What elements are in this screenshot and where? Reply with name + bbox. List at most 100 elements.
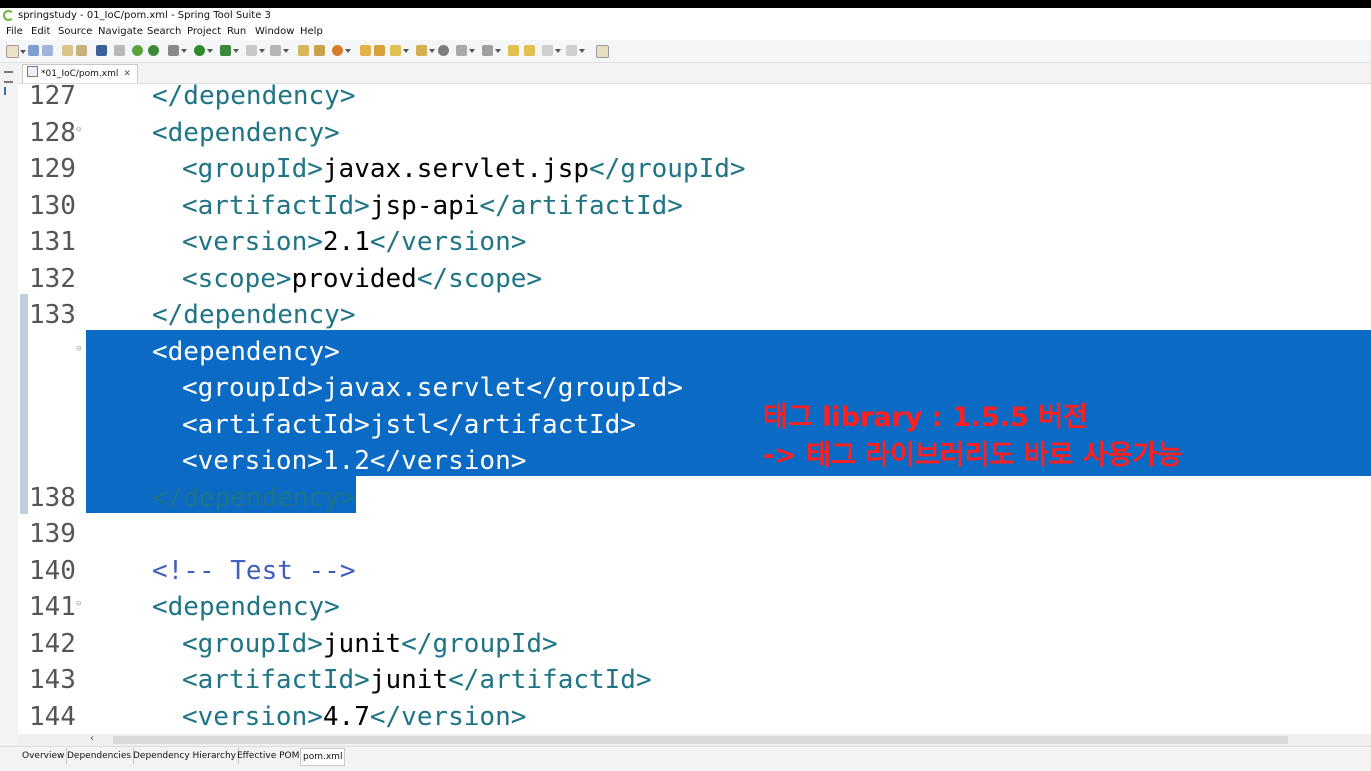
open-folder-icon[interactable]	[360, 45, 371, 56]
code-text: <scope>provided</scope>	[182, 261, 542, 298]
task-icon[interactable]	[416, 45, 435, 56]
tag-value: junit	[369, 665, 449, 695]
refresh-icon[interactable]	[148, 45, 159, 56]
menu-edit[interactable]: Edit	[31, 24, 50, 40]
scroll-left-icon[interactable]: ‹	[90, 733, 94, 744]
code-line[interactable]: 141 ⊖ <dependency>	[18, 589, 1371, 626]
pen-icon[interactable]	[390, 45, 409, 56]
code-editor[interactable]: 127 </dependency> 128 ⊖ <dependency> 129 <grou…	[18, 84, 1371, 734]
tag-value: 2.1	[322, 227, 370, 257]
xml-tag: </dependency>	[152, 482, 356, 513]
tab-overview[interactable]: Overview	[20, 748, 68, 764]
close-tag: </version>	[369, 701, 527, 732]
code-text: <version>1.2</version>	[182, 443, 526, 480]
save-all-icon[interactable]	[42, 45, 53, 56]
close-tag: </artifactId>	[448, 665, 652, 695]
code-line[interactable]: 131 <version>2.1</version>	[18, 224, 1371, 261]
code-line[interactable]: 133 </dependency>	[18, 297, 1371, 334]
run-icon[interactable]	[194, 45, 213, 56]
tab-dependencies[interactable]: Dependencies	[65, 748, 135, 764]
new-java-project-icon[interactable]	[298, 45, 309, 56]
forward-edit-icon[interactable]	[524, 45, 535, 56]
back-icon[interactable]	[542, 45, 561, 56]
menu-source[interactable]: Source	[58, 24, 92, 40]
server-start-icon[interactable]	[132, 45, 143, 56]
xml-tag: <dependency>	[152, 117, 340, 148]
menu-window[interactable]: Window	[255, 24, 294, 40]
close-tag: </groupId>	[401, 628, 558, 659]
menu-project[interactable]: Project	[187, 24, 221, 40]
open-resource-icon[interactable]	[76, 45, 87, 56]
tag-value: provided	[291, 263, 417, 294]
code-line[interactable]: 128 ⊖ <dependency>	[18, 115, 1371, 152]
build-icon[interactable]	[270, 45, 289, 56]
code-line[interactable]: 143 <artifactId>junit</artifactId>	[18, 662, 1371, 699]
tab-pom-xml-label: *01_IoC/pom.xml	[41, 69, 119, 79]
annotation-line-2: -> 태그 라이브러리도 바로 사용가능	[763, 440, 1183, 471]
code-text: <dependency>	[152, 115, 340, 152]
code-line[interactable]: 127 </dependency>	[18, 84, 1371, 115]
tab-dependency-hierarchy[interactable]: Dependency Hierarchy	[131, 748, 240, 764]
code-line[interactable]: 132 <scope>provided</scope>	[18, 261, 1371, 298]
code-line[interactable]: 130 <artifactId>jsp-api</artifactId>	[18, 188, 1371, 225]
code-text: <groupId>junit</groupId>	[182, 626, 558, 663]
tag-value: 1.2	[322, 446, 370, 476]
code-line[interactable]: 138 </dependency>	[18, 480, 1371, 517]
menu-search[interactable]: Search	[147, 24, 181, 40]
code-line[interactable]: 142 <groupId>junit</groupId>	[18, 626, 1371, 663]
code-text: <!-- Test -->	[152, 553, 356, 590]
line-number: 140	[29, 555, 76, 586]
code-line[interactable]: 129 <groupId>javax.servlet.jsp</groupId>	[18, 151, 1371, 188]
close-tag: </artifactId>	[479, 190, 683, 221]
open-tag: <groupId>	[182, 154, 323, 184]
menu-help[interactable]: Help	[300, 24, 323, 40]
console-icon[interactable]	[96, 45, 107, 56]
fold-toggle-icon[interactable]: ⊖	[76, 599, 81, 609]
debug-icon[interactable]	[168, 45, 187, 56]
menu-navigate[interactable]: Navigate	[98, 24, 143, 40]
code-line[interactable]: 144 <version>4.7</version>	[18, 699, 1371, 735]
tab-effective-pom[interactable]: Effective POM	[235, 748, 303, 764]
code-line[interactable]: 134 ⊖ <dependency>	[18, 334, 1371, 371]
close-tag: </version>	[369, 227, 527, 257]
forward-icon[interactable]	[566, 45, 585, 56]
menu-file[interactable]: File	[6, 24, 23, 40]
fold-toggle-icon[interactable]: ⊖	[76, 125, 81, 135]
close-icon[interactable]: ✕	[123, 69, 131, 79]
open-project-icon[interactable]	[374, 45, 385, 56]
new-icon[interactable]	[6, 45, 26, 58]
outline-icon[interactable]	[4, 87, 15, 95]
last-edit-icon[interactable]	[508, 45, 519, 56]
scrollbar-thumb[interactable]	[113, 736, 1288, 744]
tab-pom-xml-source[interactable]: pom.xml	[300, 748, 346, 766]
code-text: <version>2.1</version>	[182, 224, 526, 261]
prev-annotation-icon[interactable]	[482, 45, 501, 56]
annotation-line-1: 태그 library : 1.5.5 버전	[763, 402, 1088, 433]
new-class-icon[interactable]	[332, 45, 351, 56]
next-annotation-icon[interactable]	[456, 45, 475, 56]
save-icon[interactable]	[28, 45, 39, 56]
horizontal-scrollbar[interactable]: ‹	[18, 733, 1371, 746]
tab-pom-xml[interactable]: *01_IoC/pom.xml ✕	[22, 64, 138, 83]
globe-icon[interactable]	[438, 45, 449, 56]
menu-run[interactable]: Run	[227, 24, 246, 40]
open-tag: <version>	[182, 701, 323, 732]
code-line[interactable]: 140 <!-- Test -->	[18, 553, 1371, 590]
line-number: 138	[29, 482, 76, 513]
external-tools-icon[interactable]	[220, 45, 239, 56]
stop-icon[interactable]	[246, 45, 265, 56]
code-line[interactable]: 139	[18, 516, 1371, 553]
restore-icon[interactable]	[4, 71, 13, 83]
open-type-icon[interactable]	[62, 45, 73, 56]
line-number: 129	[29, 154, 76, 184]
fold-toggle-icon[interactable]: ⊖	[76, 344, 81, 354]
perspective-icon[interactable]	[596, 45, 609, 58]
open-tag: <version>	[182, 446, 323, 476]
skip-breakpoints-icon[interactable]	[114, 45, 125, 56]
code-text: <version>4.7</version>	[182, 699, 526, 735]
left-trim-bar	[0, 63, 18, 753]
new-package-icon[interactable]	[314, 45, 325, 56]
title-bar: springstudy - 01_IoC/pom.xml - Spring To…	[0, 8, 1371, 24]
tag-value: jstl	[369, 409, 433, 440]
line-number: 130	[29, 190, 76, 221]
